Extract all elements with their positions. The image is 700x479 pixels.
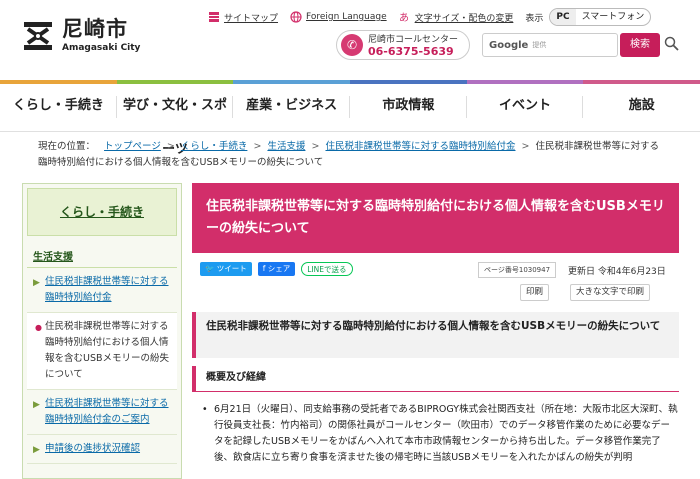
print-large-button[interactable]: 大きな文字で印刷 xyxy=(570,284,651,301)
breadcrumb-link-top[interactable]: トップページ xyxy=(104,141,161,152)
facebook-share-button[interactable]: f シェア xyxy=(257,262,296,276)
sidebar: くらし・手続き 生活支援 ▶ 住民税非課税世帯等に対する臨時特別給付金 ● 住民… xyxy=(22,183,182,479)
site-header: 尼崎市 Amagasaki City サイトマップ Foreign Langua… xyxy=(0,0,700,80)
nav-item-1[interactable]: くらし・手続き xyxy=(0,84,117,132)
display-toggle: PC スマートフォン xyxy=(549,8,652,26)
google-logo: Google xyxy=(489,39,529,51)
chevron-right-icon: ▶ xyxy=(33,400,40,410)
breadcrumb-link-kurashi[interactable]: くらし・手続き xyxy=(181,141,248,152)
chevron-right-icon: ▶ xyxy=(33,445,40,455)
search-input[interactable]: Google 提供 xyxy=(482,33,618,57)
sitemap-label: サイトマップ xyxy=(224,13,279,24)
globe-icon xyxy=(290,11,302,23)
sidebar-item-annai[interactable]: ▶ 住民税非課税世帯等に対する臨時特別給付金のご案内 xyxy=(27,390,177,435)
utility-links: サイトマップ Foreign Language あ 文字サイズ・配色の変更 表示… xyxy=(208,8,652,26)
nav-item-6[interactable]: 施設 xyxy=(583,84,700,132)
menu-icon[interactable] xyxy=(664,36,680,52)
search-button[interactable]: 検索 xyxy=(620,33,660,57)
pc-toggle[interactable]: PC xyxy=(550,9,576,25)
sidebar-item-label: 申請後の進捗状況確認 xyxy=(45,443,141,454)
section-heading: 住民税非課税世帯等に対する臨時特別給付における個人情報を含むUSBメモリーの紛失… xyxy=(192,312,679,358)
text-size-label: 文字サイズ・配色の変更 xyxy=(414,13,514,24)
updated-date: 更新日 令和4年6月23日 xyxy=(568,267,666,277)
print-button[interactable]: 印刷 xyxy=(520,284,550,301)
line-share-button[interactable]: LINEで送る xyxy=(301,262,353,276)
sidebar-item-progress[interactable]: ▶ 申請後の進捗状況確認 xyxy=(27,435,177,464)
nav-item-4[interactable]: 市政情報 xyxy=(350,84,467,132)
subsection-heading: 概要及び経緯 xyxy=(192,366,679,392)
breadcrumb-link-seikatsu[interactable]: 生活支援 xyxy=(267,141,305,152)
logo-english: Amagasaki City xyxy=(62,43,141,53)
bullet-icon: • xyxy=(202,404,208,415)
phone-icon: ✆ xyxy=(341,34,363,56)
svg-text:あ: あ xyxy=(399,12,409,23)
share-buttons: 🐦 ツイート f シェア LINEで送る xyxy=(200,262,359,276)
sidebar-item-kyufukin[interactable]: ▶ 住民税非課税世帯等に対する臨時特別給付金 xyxy=(27,268,177,313)
display-label: 表示 xyxy=(525,13,544,24)
chevron-right-icon: ▶ xyxy=(33,278,40,288)
body-paragraph: • 6月21日（火曜日）、同支給事務の受託者であるBIPROGY株式会社関西支社… xyxy=(202,402,678,466)
text-size-icon: あ xyxy=(399,12,409,23)
call-center-label: 尼崎市コールセンター xyxy=(368,35,459,45)
city-emblem-icon xyxy=(22,20,54,52)
logo-japanese: 尼崎市 xyxy=(62,17,128,41)
facebook-icon: f xyxy=(262,264,266,273)
sidebar-item-label: 住民税非課税世帯等に対する臨時特別給付における個人情報を含むUSBメモリーの紛失… xyxy=(45,321,170,380)
foreign-language-link[interactable]: Foreign Language xyxy=(290,11,387,23)
facebook-label: シェア xyxy=(267,264,291,273)
sidebar-item-label: 住民税非課税世帯等に対する臨時特別給付金 xyxy=(45,276,169,303)
nav-item-2[interactable]: 学び・文化・スポーツ xyxy=(117,84,234,157)
breadcrumb-prefix: 現在の位置： xyxy=(38,141,96,152)
foreign-language-label: Foreign Language xyxy=(306,12,387,22)
tweet-button[interactable]: 🐦 ツイート xyxy=(200,262,252,276)
call-center-button[interactable]: ✆ 尼崎市コールセンター 06-6375-5639 xyxy=(336,30,470,60)
text-size-link[interactable]: あ 文字サイズ・配色の変更 xyxy=(399,11,514,24)
site-logo[interactable]: 尼崎市 Amagasaki City xyxy=(22,18,140,53)
sidebar-item-label: 住民税非課税世帯等に対する臨時特別給付金のご案内 xyxy=(45,398,169,425)
sidebar-subheading[interactable]: 生活支援 xyxy=(27,244,177,268)
nav-item-5[interactable]: イベント xyxy=(467,84,584,132)
search-placeholder: 提供 xyxy=(532,41,547,49)
sitemap-link[interactable]: サイトマップ xyxy=(208,11,278,24)
paragraph-text: 6月21日（火曜日）、同支給事務の受託者であるBIPROGY株式会社関西支社（所… xyxy=(214,404,678,463)
call-center-number: 06-6375-5639 xyxy=(368,45,454,58)
smartphone-toggle[interactable]: スマートフォン xyxy=(576,9,651,25)
page-title: 住民税非課税世帯等に対する臨時特別給付における個人情報を含むUSBメモリーの紛失… xyxy=(192,183,679,253)
sitemap-icon xyxy=(209,12,219,22)
twitter-icon: 🐦 xyxy=(205,264,215,273)
global-navigation: くらし・手続き 学び・文化・スポーツ 産業・ビジネス 市政情報 イベント 施設 xyxy=(0,80,700,157)
bullet-icon: ● xyxy=(35,323,42,332)
breadcrumb: 現在の位置： トップページ > くらし・手続き > 生活支援 > 住民税非課税世… xyxy=(38,141,660,168)
nav-item-3[interactable]: 産業・ビジネス xyxy=(233,84,350,132)
breadcrumb-link-kyufukin[interactable]: 住民税非課税世帯等に対する臨時特別給付金 xyxy=(325,141,515,152)
tweet-label: ツイート xyxy=(216,264,247,273)
sidebar-heading[interactable]: くらし・手続き xyxy=(27,188,177,236)
page-number: ページ番号1030947 xyxy=(478,262,557,278)
sidebar-item-usb-current: ● 住民税非課税世帯等に対する臨時特別給付における個人情報を含むUSBメモリーの… xyxy=(27,313,177,390)
